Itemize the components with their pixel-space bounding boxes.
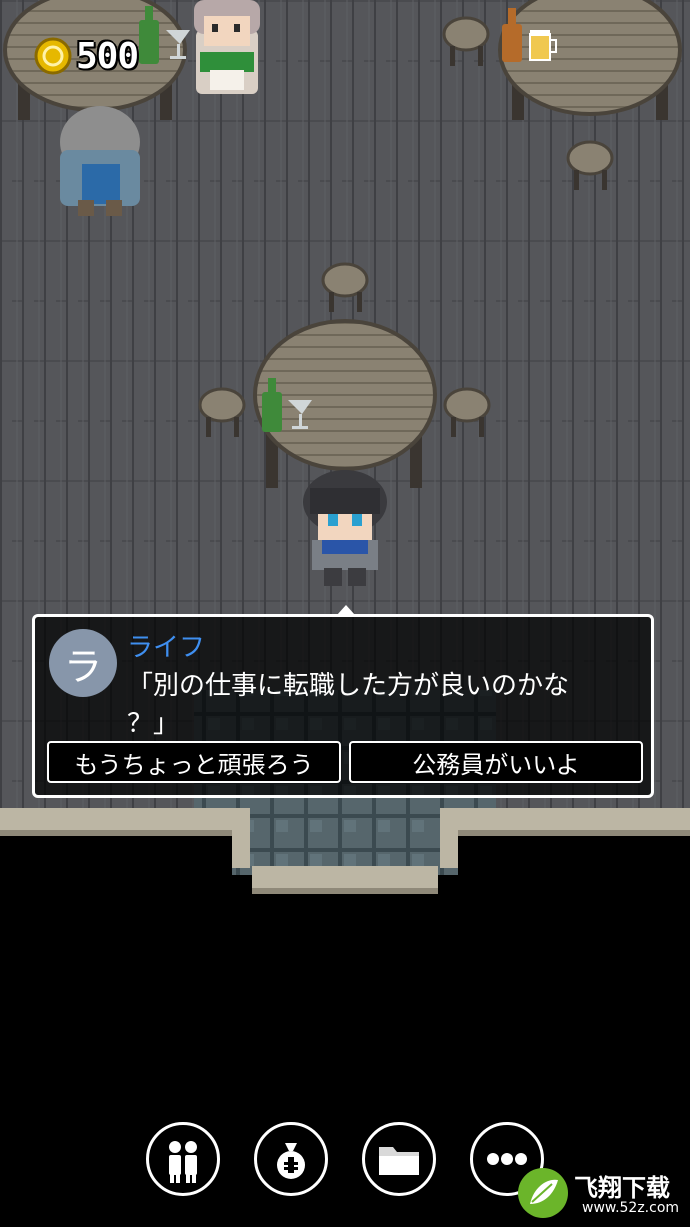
dialog-text: 「別の仕事に転職した方が良いのかな ？」 <box>127 667 627 743</box>
party-button[interactable] <box>146 1122 220 1196</box>
speaker-avatar: ラ <box>49 629 117 697</box>
choice-button-civil-servant[interactable]: 公務員がいいよ <box>349 741 643 783</box>
dialog-box: ラ ライフ 「別の仕事に転職した方が良いのかな ？」 もうちょっと頑張ろう 公務… <box>32 605 654 798</box>
watermark-title: 飞翔下载 <box>574 1174 670 1202</box>
dialog-line-2: ？」 <box>127 709 180 739</box>
dialog-pointer <box>337 605 355 615</box>
avatar-initial: ラ <box>63 644 102 689</box>
people-icon <box>169 1141 197 1183</box>
choice-button-keep-trying[interactable]: もうちょっと頑張ろう <box>47 741 341 783</box>
npc-barmaid <box>194 0 260 94</box>
folder-icon <box>379 1147 419 1175</box>
speaker-name: ライフ <box>127 633 206 663</box>
coin-counter: 500 <box>34 35 139 77</box>
leaf-logo-icon <box>518 1168 568 1218</box>
watermark-url: www.52z.com <box>582 1200 680 1216</box>
save-menu-button[interactable] <box>362 1122 436 1196</box>
dialog-line-1: 「別の仕事に転職した方が良いのかな <box>127 671 570 701</box>
watermark: 飞翔下载 www.52z.com <box>516 1166 684 1222</box>
money-bag-icon <box>277 1143 305 1179</box>
npc-old-man <box>60 106 140 216</box>
gold-coin-icon <box>34 37 72 75</box>
items-button[interactable] <box>254 1122 328 1196</box>
coin-count: 500 <box>76 35 139 77</box>
